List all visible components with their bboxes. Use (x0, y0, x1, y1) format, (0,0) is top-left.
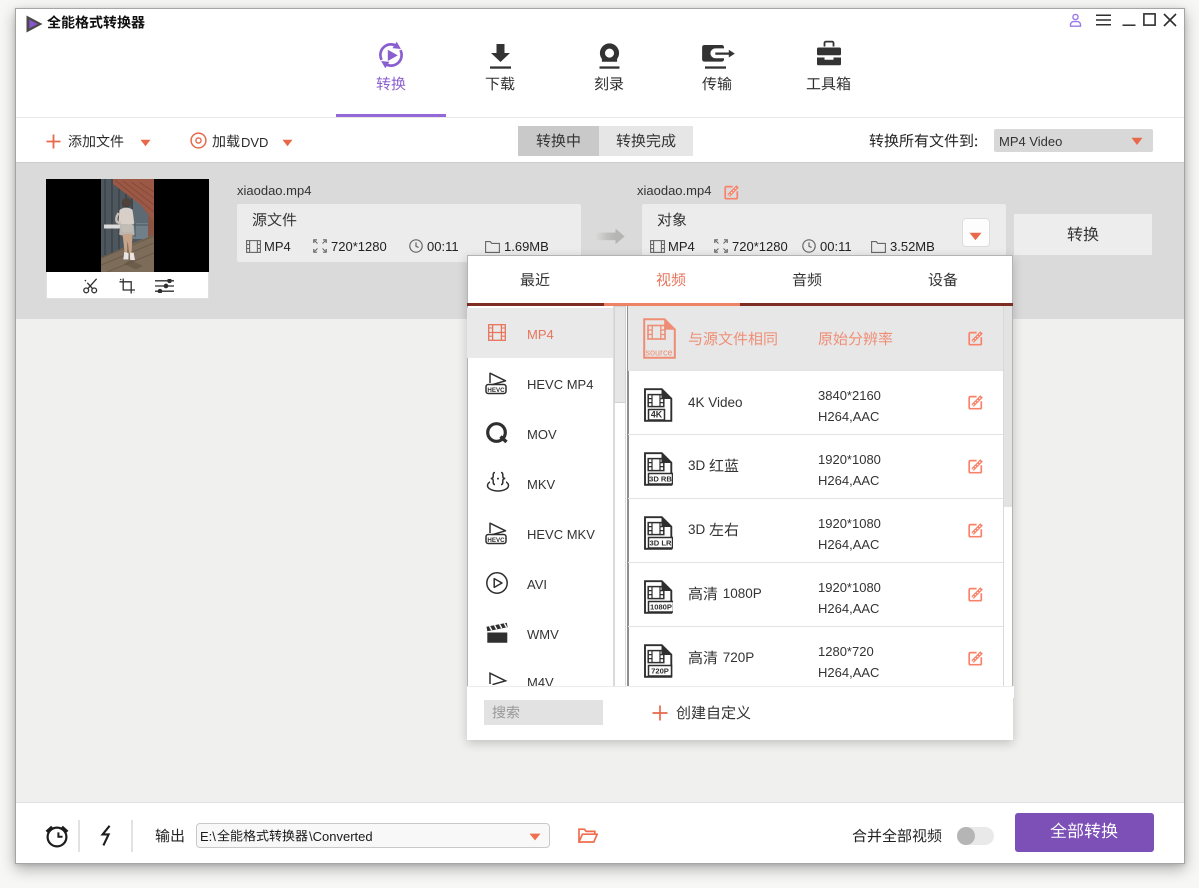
svg-text:720P: 720P (651, 667, 669, 676)
svg-text:3D LR: 3D LR (650, 539, 672, 548)
svg-text:4K: 4K (651, 410, 663, 420)
svg-text:3D RB: 3D RB (649, 475, 672, 484)
svg-text:HEVC: HEVC (487, 537, 505, 544)
svg-text:source: source (645, 348, 672, 358)
svg-text:HEVC: HEVC (487, 387, 505, 394)
svg-text:1080P: 1080P (650, 603, 672, 612)
